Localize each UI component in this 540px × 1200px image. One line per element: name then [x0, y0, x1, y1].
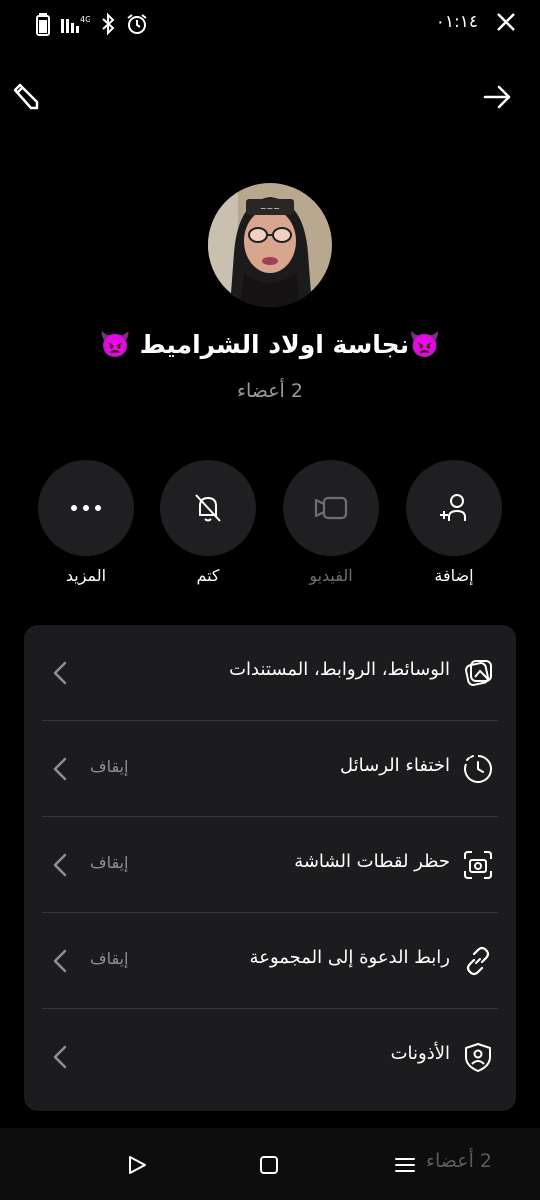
menu-icon [395, 1158, 415, 1172]
settings-row-permissions[interactable]: الأذونات [24, 1009, 516, 1105]
shield-person-icon [465, 1043, 491, 1072]
video-label: الفيديو [309, 566, 353, 585]
action-add: إضافة [406, 460, 502, 585]
network-type-label: 4G [80, 15, 90, 24]
member-count: 2 أعضاء [237, 380, 303, 402]
arrow-right-icon [483, 85, 511, 109]
status-bar: 4G ٠١:١٤ [0, 0, 540, 48]
bell-off-icon [195, 494, 221, 522]
alarm-icon [127, 14, 147, 34]
settings-row-value: إيقاف [90, 853, 129, 872]
home-square-icon [260, 1156, 278, 1174]
svg-text:~~~: ~~~ [260, 204, 280, 213]
settings-row-title: حظر لقطات الشاشة [294, 851, 450, 872]
status-icons-left: 4G [36, 12, 148, 36]
video-button[interactable] [283, 460, 379, 556]
group-avatar[interactable]: ~~~ [208, 183, 332, 307]
back-button[interactable] [472, 72, 522, 122]
chevron-left-icon [53, 853, 67, 877]
status-time: ٠١:١٤ [435, 12, 478, 32]
media-icon [465, 660, 492, 686]
group-settings-card: الوسائط، الروابط، المستندات اختفاء الرسا… [24, 625, 516, 1111]
chevron-left-icon [53, 661, 67, 685]
back-triangle-icon [129, 1156, 146, 1174]
settings-row-disappearing-messages[interactable]: اختفاء الرسائل إيقاف [24, 721, 516, 817]
nav-member-count: 2 أعضاء [426, 1150, 492, 1172]
timer-icon [464, 755, 492, 783]
pencil-icon [13, 83, 39, 110]
settings-row-title: رابط الدعوة إلى المجموعة [249, 947, 450, 968]
settings-row-invite-link[interactable]: رابط الدعوة إلى المجموعة إيقاف [24, 913, 516, 1009]
settings-row-media[interactable]: الوسائط، الروابط، المستندات [24, 625, 516, 721]
group-emoji-right: 👿 [409, 330, 441, 359]
bluetooth-icon [102, 12, 115, 36]
group-name-text: نجاسة اولاد الشراميط [139, 330, 410, 359]
chevron-left-icon [53, 757, 67, 781]
action-more: المزيد [38, 460, 134, 585]
signal-icon: 4G [61, 15, 90, 33]
settings-row-title: الوسائط، الروابط، المستندات [229, 659, 450, 680]
link-icon [466, 946, 490, 976]
action-video: الفيديو [283, 460, 379, 585]
settings-row-screenshot-block[interactable]: حظر لقطات الشاشة إيقاف [24, 817, 516, 913]
chevron-left-icon [53, 1045, 67, 1069]
more-button[interactable] [38, 460, 134, 556]
action-mute: كتم [160, 460, 256, 585]
settings-row-value: إيقاف [90, 757, 129, 776]
group-name: 👿نجاسة اولاد الشراميط 👿 [0, 330, 540, 360]
chevron-left-icon [53, 949, 67, 973]
nav-menu-button[interactable] [390, 1150, 420, 1180]
group-emoji-left: 👿 [99, 330, 131, 359]
add-member-button[interactable] [406, 460, 502, 556]
add-label: إضافة [434, 566, 474, 585]
screenshot-icon [464, 851, 492, 879]
more-label: المزيد [65, 566, 107, 585]
battery-icon [36, 13, 50, 36]
edit-button[interactable] [0, 72, 50, 122]
settings-row-value: إيقاف [90, 949, 129, 968]
avatar-image: ~~~ [208, 183, 332, 307]
nav-back-button[interactable] [122, 1150, 152, 1180]
status-icons-right: ٠١:١٤ [436, 12, 516, 32]
video-icon [314, 496, 348, 520]
settings-row-title: الأذونات [390, 1043, 450, 1064]
mute-label: كتم [196, 566, 220, 585]
add-person-icon [440, 494, 466, 521]
system-navigation-bar: 2 أعضاء [0, 1128, 540, 1200]
nav-home-button[interactable] [254, 1150, 284, 1180]
x-app-icon [497, 13, 515, 31]
more-icon [71, 505, 101, 511]
settings-row-title: اختفاء الرسائل [340, 755, 450, 776]
top-bar [0, 72, 540, 122]
mute-button[interactable] [160, 460, 256, 556]
